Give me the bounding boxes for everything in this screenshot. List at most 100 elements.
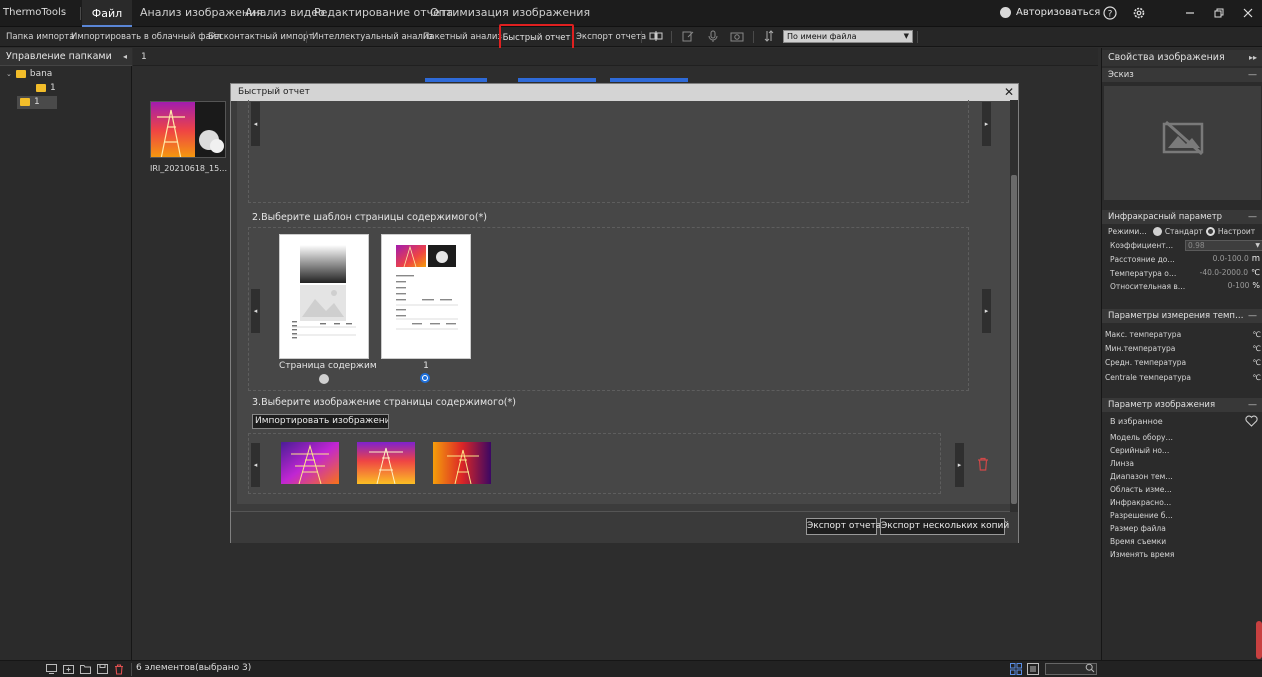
selection-indicator [425,78,487,82]
template-card-content[interactable] [279,234,369,359]
toolbar-export-report[interactable]: Экспорт отчета [576,32,646,42]
camera-icon[interactable] [730,29,744,43]
image-thumbnail[interactable] [150,101,226,158]
collapse-icon[interactable]: — [1248,309,1257,323]
collapse-left-icon[interactable]: ◂ [123,48,127,66]
microphone-icon[interactable] [706,29,720,43]
chevron-down-icon[interactable]: ⌄ [6,70,12,78]
image-param-title: Параметр изображения [1108,400,1216,410]
selected-image[interactable] [281,442,339,484]
cover-template-area [248,100,969,203]
content-tab[interactable]: 1 [141,52,147,62]
image-param-row: Разрешение б… [1110,511,1173,520]
dialog-title: Быстрый отчет [238,87,310,97]
avg-temp-unit: ℃ [1252,358,1261,367]
trash-icon[interactable] [113,663,125,675]
chevron-right-icon[interactable]: ▸ [982,289,991,333]
template-radio-1[interactable] [420,373,430,383]
heart-icon[interactable] [1245,415,1258,427]
collapse-icon[interactable]: — [1248,398,1257,412]
tree-item-bana[interactable]: ⌄ bana [6,69,52,79]
import-image-button[interactable]: Импортировать изображение [252,414,389,429]
chevron-right-icon[interactable]: ▸ [955,443,964,487]
compare-icon[interactable] [649,29,663,43]
max-temp-label: Макс. температура [1105,330,1182,339]
restore-icon[interactable] [1209,4,1229,22]
minimize-icon[interactable] [1180,4,1200,22]
gear-icon[interactable] [1129,4,1149,22]
new-folder-icon[interactable] [62,663,74,675]
search-input[interactable] [1045,663,1097,675]
template-card-1[interactable] [381,234,471,359]
dialog-scrollbar-thumb[interactable] [1011,175,1017,504]
svg-text:?: ? [1108,10,1113,20]
list-view-icon[interactable] [1027,663,1039,675]
humidity-unit: % [1252,281,1260,290]
panel-scroll-indicator[interactable] [1256,621,1262,659]
chevron-left-icon[interactable]: ◂ [251,289,260,333]
sort-icon[interactable] [762,29,776,43]
trash-icon[interactable] [977,457,989,471]
temp-value: -40.0-2000.0 [1199,268,1249,277]
tree-item-1-root[interactable]: 1 [20,97,40,107]
menu-image-optimize[interactable]: Оптимизация изображения [430,6,590,19]
toolbar-import-folder[interactable]: Папка импорта [6,32,74,42]
distance-value-row[interactable]: 0.0-100.0 m [1213,254,1260,264]
template-radio-content[interactable] [319,374,329,384]
close-icon[interactable] [1238,4,1258,22]
chevron-down-icon: ▼ [903,32,909,40]
export-report-button[interactable]: Экспорт отчета [806,518,881,535]
collapse-icon[interactable]: — [1248,210,1257,224]
step3-label: 3.Выберите изображение страницы содержим… [252,397,516,408]
menu-video-analysis[interactable]: Анализ видео [245,6,325,19]
temp-value-row[interactable]: -40.0-2000.0 ℃ [1200,268,1260,277]
help-icon[interactable]: ? [1100,4,1120,22]
image-param-row: Модель обору… [1110,433,1173,442]
chevron-right-icon[interactable]: ▸ [982,102,991,146]
measure-param-header[interactable]: Параметры измерения темп… — [1102,309,1262,323]
save-icon[interactable] [96,663,108,675]
export-multiple-button[interactable]: Экспорт нескольких копий [880,518,1009,535]
image-param-row: Диапазон тем… [1110,472,1173,481]
edit-icon[interactable] [681,29,695,43]
app-title: ThermoTools [3,7,67,18]
no-image-icon [1162,120,1204,156]
status-text: 6 элементов(выбрано 3) [136,663,252,673]
toolbar-separator [671,31,672,43]
template-caption-content: Страница содержим [279,361,377,371]
humidity-label: Относительная в… [1110,282,1186,291]
selected-image[interactable] [357,442,415,484]
tree-item-1-child[interactable]: 1 [36,83,56,93]
template-caption-1: 1 [423,361,429,371]
menu-file[interactable]: Файл [82,0,132,27]
toolbar-contactless-import[interactable]: Бесконтактный импорт [208,32,313,42]
ir-param-header[interactable]: Инфракрасный параметр — [1102,210,1262,224]
toolbar-import-cloud[interactable]: Импортировать в облачный файл [71,32,222,42]
monitor-icon[interactable] [45,663,57,675]
humidity-value-row[interactable]: 0-100 % [1228,281,1260,290]
open-folder-icon[interactable] [79,663,91,675]
grid-view-icon[interactable] [1010,663,1022,675]
toolbar-quick-report[interactable]: Быстрый отчет [499,24,574,51]
dialog-titlebar: Быстрый отчет ✕ [231,84,1018,101]
user-icon [1000,7,1011,18]
image-param-header[interactable]: Параметр изображения — [1102,398,1262,412]
radio-custom[interactable] [1205,227,1215,236]
collapse-right-icon[interactable]: ▸▸ [1249,50,1257,66]
sketch-section-header[interactable]: Эскиз — [1102,68,1262,82]
selected-image[interactable] [433,442,491,484]
toolbar-batch-analysis[interactable]: Пакетный анализ [423,32,502,42]
measure-param-title: Параметры измерения темп… [1108,311,1244,321]
sketch-preview [1104,86,1261,200]
temp-unit: ℃ [1251,268,1260,277]
chevron-left-icon[interactable]: ◂ [251,102,260,146]
radio-standard[interactable] [1152,227,1162,236]
collapse-icon[interactable]: — [1248,68,1257,82]
sort-select[interactable]: По имени файла ▼ [783,30,913,43]
chevron-left-icon[interactable]: ◂ [251,443,260,487]
toolbar-intelligent-analysis[interactable]: Интеллектуальный анализ [312,32,433,42]
login-button[interactable]: Авторизоваться [1000,7,1100,18]
emissivity-select[interactable]: 0.98 ▼ [1185,240,1262,251]
close-icon[interactable]: ✕ [1004,84,1014,101]
humidity-value: 0-100 [1227,281,1250,290]
